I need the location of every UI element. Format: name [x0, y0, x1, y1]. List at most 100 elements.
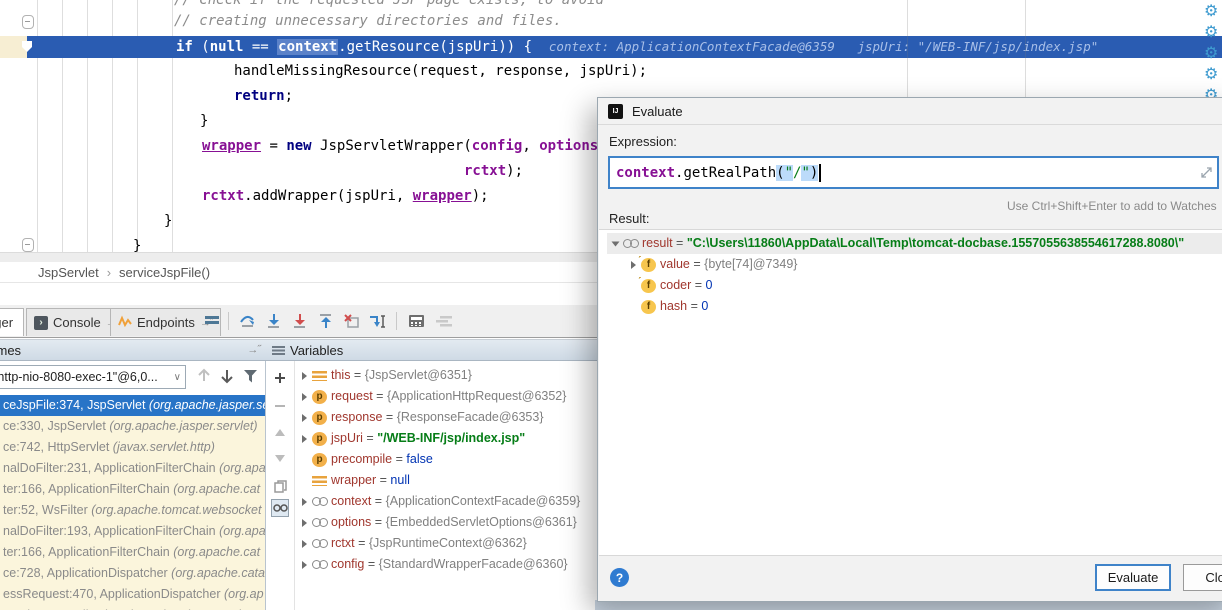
fold-marker[interactable] [22, 238, 34, 252]
gear-icon[interactable]: ⚙ [1204, 4, 1218, 20]
evaluate-button[interactable]: Evaluate [1095, 564, 1171, 591]
result-row[interactable]: result = "C:\Users\11860\AppData\Local\T… [607, 233, 1222, 254]
stack-frame-row[interactable]: nalDoFilter:231, ApplicationFilterChain … [0, 458, 266, 479]
tree-chevron-icon[interactable] [607, 240, 623, 248]
variable-row[interactable]: options = {EmbeddedServletOptions@6361} [296, 512, 577, 533]
variable-row[interactable]: pjspUri = "/WEB-INF/jsp/index.jsp" [296, 428, 525, 449]
result-row[interactable]: fcoder = 0 [625, 275, 712, 296]
variable-row[interactable]: this = {JspServlet@6351} [296, 365, 472, 386]
tab-endpoints-label: Endpoints [137, 315, 195, 330]
tree-chevron-icon[interactable] [296, 435, 312, 443]
variables-menu-icon[interactable] [272, 346, 285, 355]
tab-debugger-label: Debugger [0, 315, 13, 330]
expression-label: Expression: [609, 134, 677, 149]
step-over-icon[interactable] [238, 312, 258, 330]
gear-icon[interactable]: ⚙ [1204, 67, 1218, 83]
stack-frame-row[interactable]: ter:166, ApplicationFilterChain (org.apa… [0, 479, 266, 500]
breadcrumb-separator: › [107, 265, 111, 280]
variable-row[interactable]: wrapper = null [296, 470, 410, 491]
trace-disabled-icon [434, 312, 454, 330]
run-to-cursor-icon[interactable] [368, 312, 388, 330]
local-variable-icon [312, 371, 327, 381]
parameter-icon: p [312, 390, 327, 404]
code-line: // creating unnecessary directories and … [174, 11, 562, 31]
tree-chevron-icon[interactable] [296, 498, 312, 506]
variable-row[interactable]: prequest = {ApplicationHttpRequest@6352} [296, 386, 566, 407]
filter-icon[interactable] [243, 369, 258, 386]
move-down-icon[interactable] [271, 449, 289, 467]
toolbar-separator [396, 312, 397, 330]
dialog-title: Evaluate [632, 104, 683, 119]
stack-frame-row[interactable]: ce:742, HttpServlet (javax.servlet.http) [0, 437, 266, 458]
code-line: wrapper = new JspServletWrapper(config, … [202, 136, 607, 156]
copy-icon[interactable] [271, 477, 289, 495]
tree-chevron-icon[interactable] [296, 393, 312, 401]
stack-frame-row[interactable]: ce:728, ApplicationDispatcher (org.apach… [0, 563, 266, 584]
tree-chevron-icon[interactable] [296, 372, 312, 380]
gear-icon[interactable]: ⚙ [1204, 46, 1218, 62]
frames-header-label: Frames [0, 343, 21, 358]
evaluate-expression-icon[interactable] [406, 312, 426, 330]
step-into-icon[interactable] [264, 312, 284, 330]
move-up-icon[interactable] [271, 423, 289, 441]
watch-glasses-icon [312, 494, 327, 509]
variable-row[interactable]: config = {StandardWrapperFacade@6360} [296, 554, 568, 575]
fold-marker[interactable] [22, 15, 34, 29]
stack-frame-row[interactable]: ceJspFile:374, JspServlet (org.apache.ja… [0, 395, 266, 416]
drop-frame-icon[interactable] [342, 312, 362, 330]
stack-frame-row[interactable]: ter:166, ApplicationFilterChain (org.apa… [0, 542, 266, 563]
watch-glasses-icon [623, 236, 638, 251]
code-line: } [164, 211, 172, 231]
watches-toolbar [266, 361, 295, 610]
pin-icon[interactable]: →˝ [247, 344, 260, 356]
tree-chevron-icon[interactable] [296, 540, 312, 548]
gear-icon[interactable]: ⚙ [1204, 25, 1218, 41]
step-out-icon[interactable] [316, 312, 336, 330]
add-to-watches-hint: Use Ctrl+Shift+Enter to add to Watches [1007, 199, 1217, 213]
stack-frame-row[interactable]: ter:52, WsFilter (org.apache.tomcat.webs… [0, 500, 266, 521]
console-icon: › [34, 316, 48, 330]
breadcrumb-method[interactable]: serviceJspFile() [119, 265, 210, 280]
tab-console-label: Console [53, 315, 101, 330]
code-line: return; [234, 86, 293, 106]
frames-panel-header: Frames →˝ [0, 339, 266, 361]
thread-selector[interactable]: "http-nio-8080-exec-1"@6,0... ∨ [0, 365, 186, 389]
close-button[interactable]: Close [1183, 564, 1222, 591]
variable-row[interactable]: context = {ApplicationContextFacade@6359… [296, 491, 580, 512]
result-row[interactable]: fvalue = {byte[74]@7349} [625, 254, 797, 275]
frame-up-icon[interactable] [196, 368, 212, 387]
stack-frame-row[interactable]: ce:330, JspServlet (org.apache.jasper.se… [0, 416, 266, 437]
expression-input[interactable]: context.getRealPath("/") [608, 156, 1219, 189]
stack-frame-row[interactable]: nalDoFilter:193, ApplicationFilterChain … [0, 521, 266, 542]
frame-down-icon[interactable] [219, 368, 235, 387]
toolbar-separator [228, 312, 229, 330]
dialog-footer: ? Evaluate Close [598, 554, 1222, 601]
tree-chevron-icon[interactable] [296, 519, 312, 527]
final-field-icon: f [641, 258, 656, 272]
parameter-icon: p [312, 411, 327, 425]
tree-chevron-icon[interactable] [296, 561, 312, 569]
variable-row[interactable]: pprecompile = false [296, 449, 433, 470]
show-watches-icon[interactable] [271, 499, 289, 517]
tree-chevron-icon[interactable] [296, 414, 312, 422]
force-step-into-icon[interactable] [290, 312, 310, 330]
ide-window: // Check if the requested JSP page exist… [0, 0, 1222, 610]
endpoints-icon [118, 315, 132, 330]
result-row[interactable]: fhash = 0 [625, 296, 708, 317]
variables-header-label: Variables [290, 343, 343, 358]
watch-glasses-icon [312, 557, 327, 572]
variable-row[interactable]: rctxt = {JspRuntimeContext@6362} [296, 533, 527, 554]
stack-frame-row[interactable]: essRequest:470, ApplicationDispatcher (o… [0, 584, 266, 605]
remove-watch-icon[interactable] [271, 397, 289, 415]
add-watch-icon[interactable] [271, 369, 289, 387]
expand-input-icon[interactable] [1201, 166, 1212, 182]
stack-frame-row[interactable]: ward:395, ApplicationDispatcher (org.apa… [0, 605, 266, 610]
variable-row[interactable]: presponse = {ResponseFacade@6353} [296, 407, 544, 428]
help-icon[interactable]: ? [610, 568, 629, 587]
watch-glasses-icon [312, 515, 327, 530]
breadcrumb-class[interactable]: JspServlet [38, 265, 99, 280]
local-variable-icon [312, 476, 327, 486]
dialog-titlebar[interactable]: IJ Evaluate [598, 98, 1222, 125]
layout-settings-icon[interactable] [202, 312, 222, 330]
tab-debugger[interactable]: Debugger [0, 308, 24, 336]
